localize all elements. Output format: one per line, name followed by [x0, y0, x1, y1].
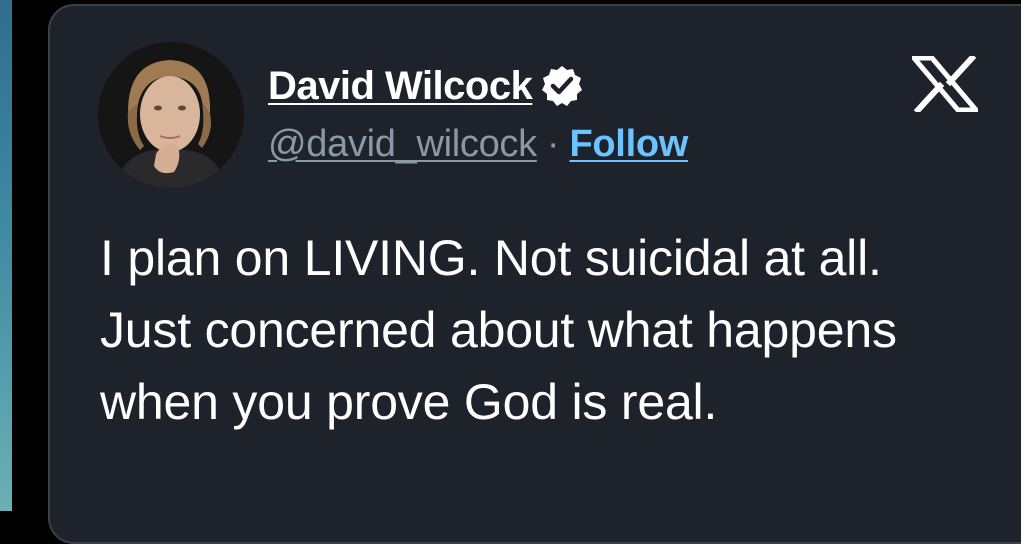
background-edge: [0, 0, 12, 511]
follow-button[interactable]: Follow: [569, 123, 688, 166]
x-logo-icon[interactable]: [912, 56, 978, 112]
separator-dot: ·: [546, 122, 560, 165]
author-display-name[interactable]: David Wilcock: [268, 64, 533, 109]
avatar[interactable]: [98, 42, 244, 188]
tweet-text: I plan on LIVING. Not suicidal at all. J…: [100, 230, 897, 430]
profile-photo-icon: [98, 42, 244, 188]
author-handle[interactable]: @david_wilcock: [268, 123, 537, 166]
author-name-row: David Wilcock: [268, 60, 584, 112]
verified-badge-icon: [542, 66, 583, 106]
author-handle-row: @david_wilcock · Follow: [268, 120, 688, 168]
